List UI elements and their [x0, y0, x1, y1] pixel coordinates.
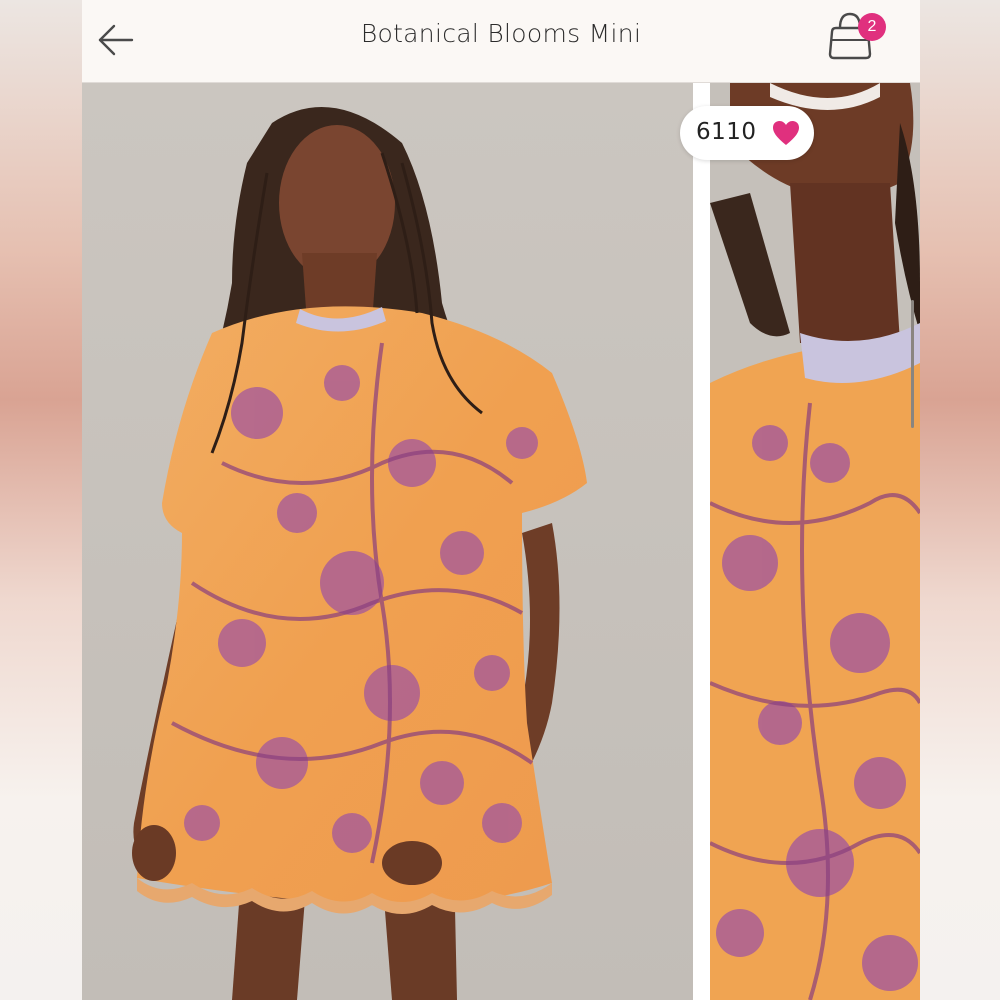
back-button[interactable]: [96, 20, 136, 60]
product-photo-detail[interactable]: [710, 83, 920, 1000]
heart-icon: [773, 121, 799, 145]
backdrop-right: [920, 0, 1000, 1000]
scroll-indicator[interactable]: [911, 300, 914, 428]
top-nav-bar: Botanical Blooms Mini 2: [82, 0, 920, 83]
detail-illustration: [710, 83, 920, 1000]
product-photo-main[interactable]: [82, 83, 693, 1000]
arrow-left-icon: [98, 24, 134, 56]
model-illustration: [82, 83, 693, 1000]
cart-count-badge: 2: [858, 13, 886, 41]
likes-button[interactable]: 6110: [680, 106, 814, 160]
backdrop-left: [0, 0, 82, 1000]
likes-count: 6110: [696, 119, 757, 145]
page-title: Botanical Blooms Mini: [360, 19, 642, 48]
